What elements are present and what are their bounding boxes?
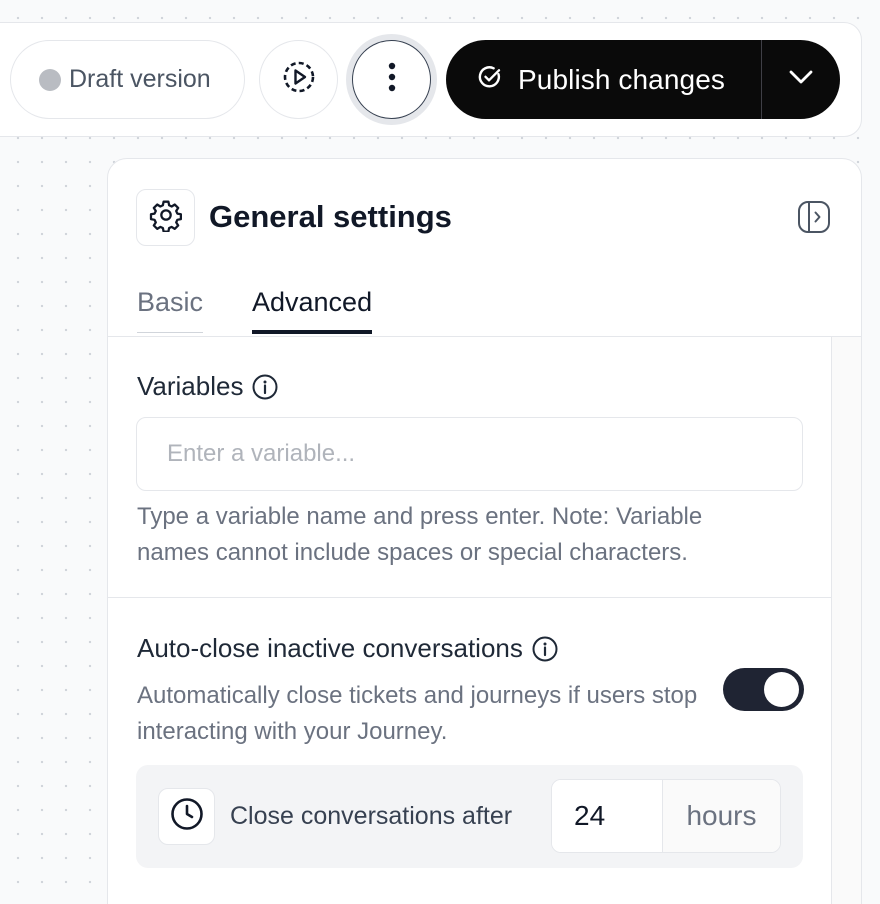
tab-advanced[interactable]: Advanced — [252, 287, 373, 334]
hours-input[interactable] — [552, 780, 663, 852]
gear-icon — [149, 198, 183, 237]
auto-close-toggle[interactable] — [723, 668, 804, 711]
collapse-panel-button[interactable] — [796, 200, 832, 239]
auto-close-label-row: Auto-close inactive conversations — [137, 633, 559, 664]
settings-icon-box — [136, 189, 195, 246]
publish-changes-label: Publish changes — [518, 63, 725, 95]
draft-version-label: Draft version — [69, 65, 211, 93]
info-icon[interactable] — [251, 373, 279, 401]
toggle-knob — [764, 672, 799, 707]
check-circle-icon — [476, 63, 504, 96]
variable-input[interactable] — [136, 417, 803, 491]
sidebar-collapse-icon — [797, 200, 831, 239]
vertical-ellipsis-icon — [387, 61, 397, 98]
publish-button-group: Publish changes — [446, 40, 840, 119]
publish-changes-button[interactable]: Publish changes — [446, 40, 761, 119]
variables-label-row: Variables — [137, 371, 279, 402]
play-preview-icon — [281, 59, 317, 100]
tab-basic[interactable]: Basic — [137, 287, 204, 333]
general-settings-panel: General settings Basic Advanced Variable… — [107, 158, 862, 904]
hours-unit-label: hours — [663, 780, 780, 852]
hours-input-group: hours — [551, 779, 781, 853]
auto-close-label: Auto-close inactive conversations — [137, 633, 523, 663]
clock-icon-box — [158, 788, 215, 845]
clock-icon — [170, 797, 204, 836]
auto-close-description: Automatically close tickets and journeys… — [137, 682, 698, 745]
more-options-button[interactable] — [352, 40, 431, 119]
section-divider — [108, 597, 832, 598]
draft-status-dot — [39, 68, 61, 91]
draft-version-button[interactable]: Draft version — [10, 40, 245, 119]
chevron-down-icon — [788, 69, 814, 90]
variables-help-text: Type a variable name and press enter. No… — [137, 503, 703, 566]
close-after-row: Close conversations after hours — [136, 765, 803, 868]
info-icon[interactable] — [531, 635, 559, 663]
variables-label: Variables — [137, 371, 244, 401]
publish-options-dropdown[interactable] — [762, 40, 840, 119]
panel-header: General settings Basic Advanced — [108, 159, 861, 337]
scrollbar-track[interactable] — [832, 337, 861, 904]
preview-button[interactable] — [259, 40, 338, 119]
panel-title: General settings — [209, 199, 452, 234]
advanced-settings-content: Variables Type a variable name and press… — [108, 337, 832, 904]
close-after-label: Close conversations after — [230, 802, 513, 830]
